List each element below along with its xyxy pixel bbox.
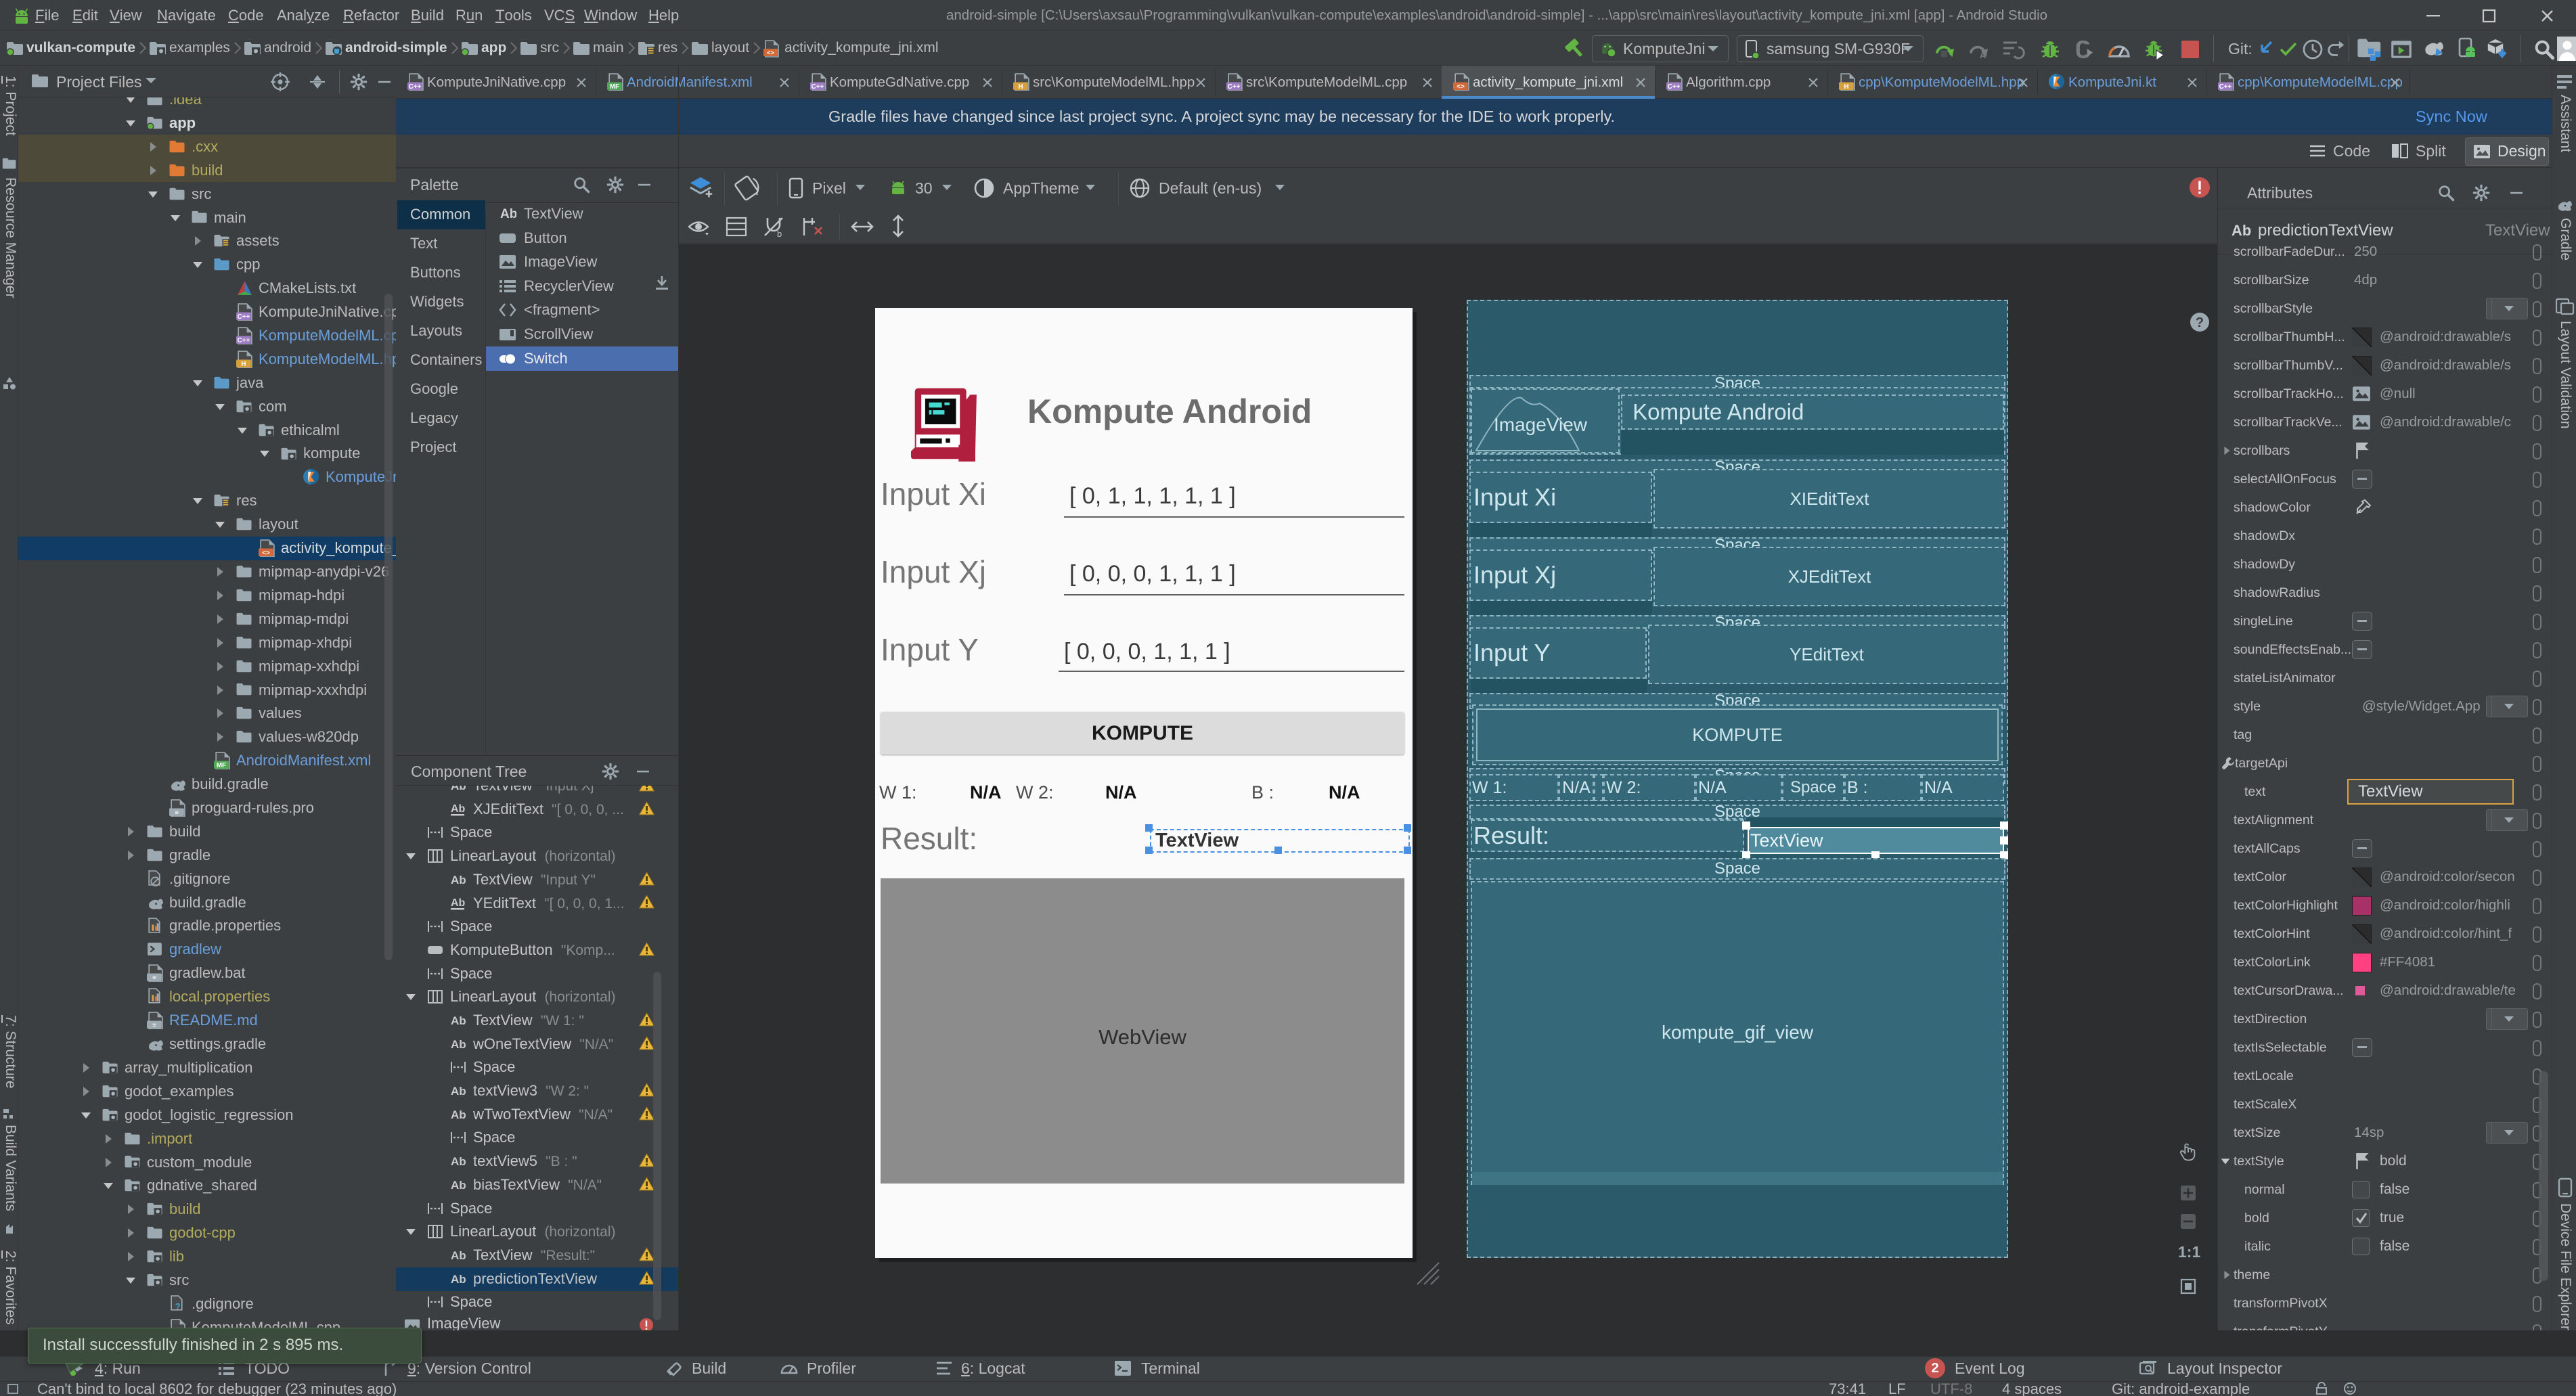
svg-text:A: A [1980, 50, 1986, 60]
svg-text:Ab: Ab [451, 874, 466, 886]
svg-text:<>: <> [1457, 83, 1465, 91]
svg-text:≡: ≡ [175, 809, 179, 817]
svg-text:MF: MF [217, 762, 226, 769]
svg-text:Ab: Ab [500, 207, 516, 221]
svg-text:b: b [777, 229, 782, 238]
svg-text:≡: ≡ [152, 1022, 156, 1029]
svg-text:C++: C++ [2219, 83, 2232, 91]
svg-text:Ab: Ab [451, 1085, 466, 1098]
svg-text:C++: C++ [409, 83, 422, 91]
svg-text:Ab: Ab [451, 1155, 466, 1168]
svg-text:C++: C++ [1228, 83, 1241, 91]
svg-text:≡: ≡ [152, 974, 156, 982]
svg-text:H: H [1844, 83, 1848, 91]
svg-text:Ab: Ab [451, 1108, 466, 1121]
svg-text:C++: C++ [812, 83, 824, 91]
svg-text:?: ? [175, 1302, 181, 1311]
svg-text:<>: <> [767, 49, 775, 57]
svg-text:Ab: Ab [451, 897, 466, 909]
svg-text:C++: C++ [1668, 83, 1681, 91]
svg-text:H: H [241, 361, 246, 368]
svg-text:C++: C++ [238, 337, 250, 344]
svg-text:C++: C++ [238, 313, 250, 321]
svg-text:Ab: Ab [451, 1273, 466, 1286]
svg-text:Ab: Ab [451, 1249, 466, 1262]
svg-text:<>: <> [262, 549, 270, 557]
svg-text:?: ? [2196, 315, 2204, 330]
svg-text:Ab: Ab [451, 1038, 466, 1051]
svg-text:Ab: Ab [451, 1179, 466, 1192]
svg-text:Ab: Ab [451, 803, 466, 815]
svg-text:Ab: Ab [2231, 222, 2251, 239]
svg-text:Ab: Ab [451, 1014, 466, 1027]
svg-text:Ab: Ab [451, 786, 466, 792]
svg-text:H: H [1018, 83, 1023, 91]
svg-text:MF: MF [610, 83, 619, 91]
